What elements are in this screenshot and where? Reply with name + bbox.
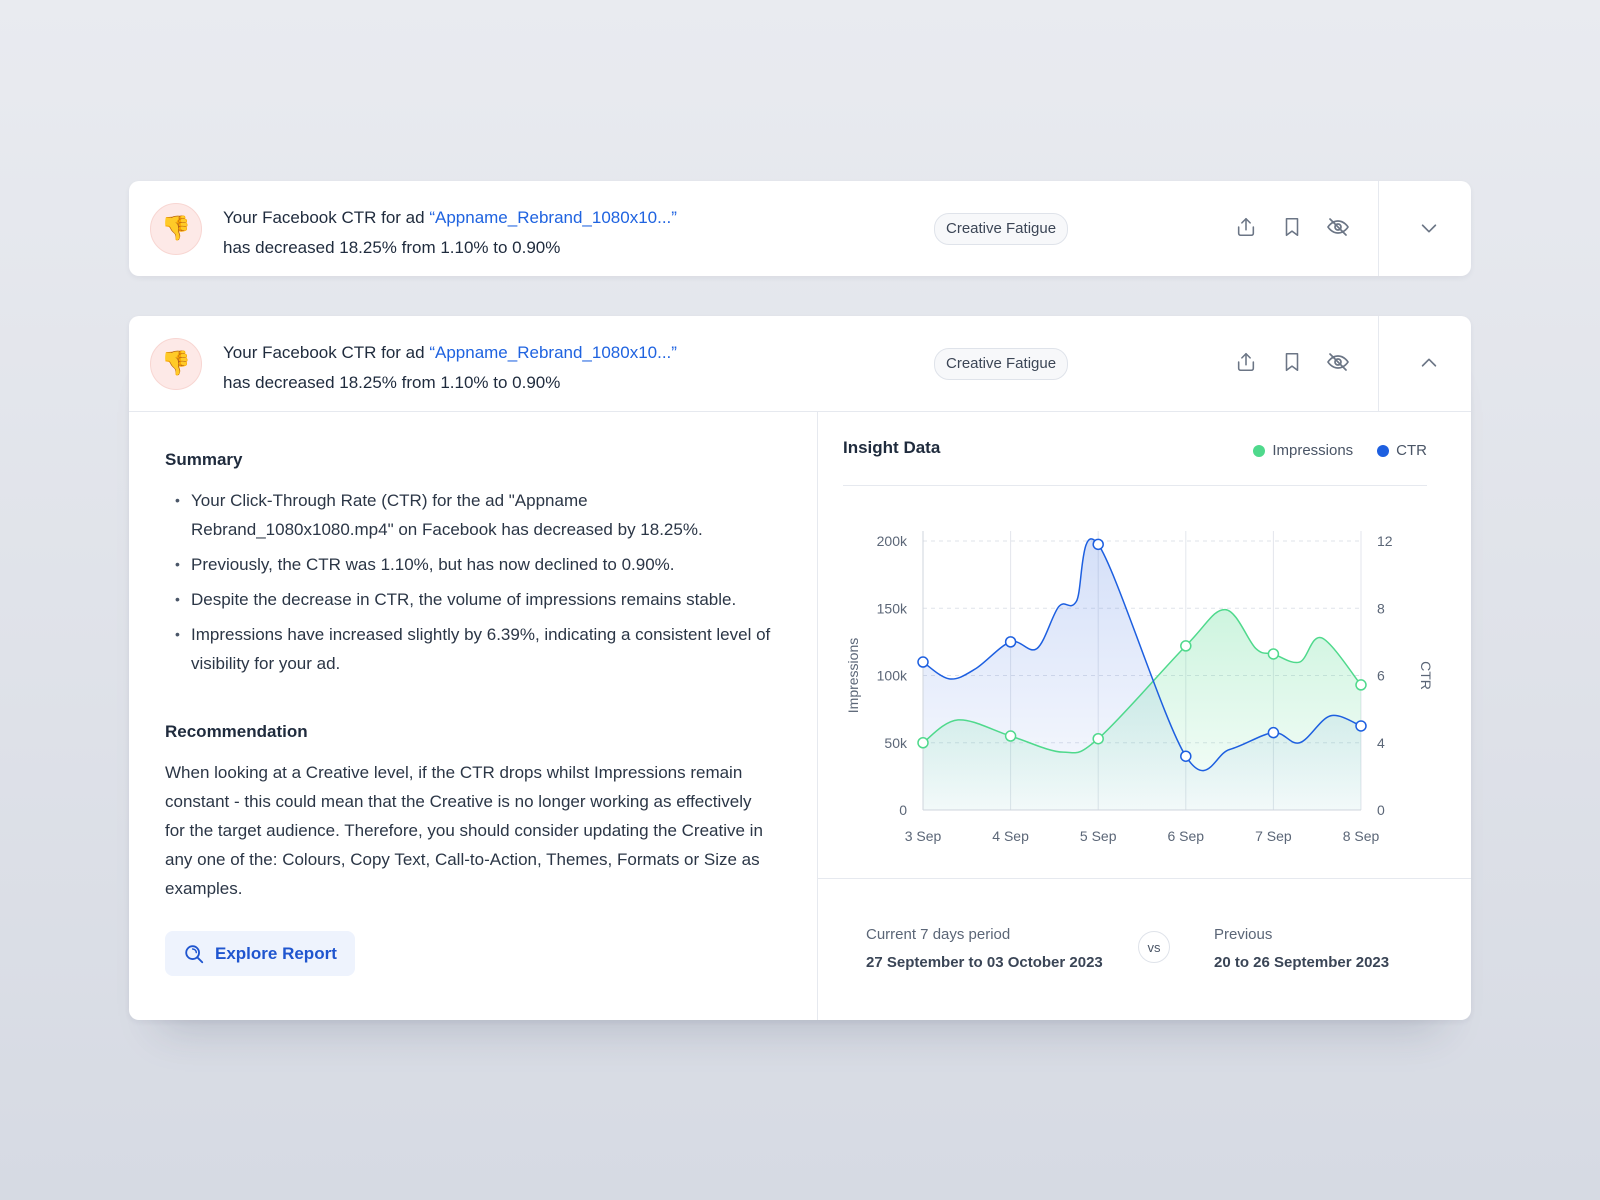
y-left-tick-label: 200k <box>877 533 908 549</box>
bookmark-icon[interactable] <box>1279 349 1305 375</box>
ctr-point <box>1092 538 1104 551</box>
insight-detail: has decreased 18.25% from 1.10% to 0.90% <box>223 238 561 257</box>
legend-impressions-label: Impressions <box>1272 442 1354 459</box>
legend-impressions: Impressions <box>1253 442 1353 459</box>
chevron-down-icon[interactable] <box>1412 211 1446 245</box>
insight-prefix: Your Facebook CTR for ad <box>223 343 425 362</box>
impressions-point <box>1092 732 1104 745</box>
ctr-point <box>1180 750 1192 762</box>
x-tick-label: 8 Sep <box>1343 828 1380 844</box>
legend-ctr-swatch <box>1377 444 1390 457</box>
summary-bullet: Your Click-Through Rate (CTR) for the ad… <box>175 486 775 544</box>
y-left-tick-label: 50k <box>884 735 908 751</box>
chart-legend: Impressions CTR <box>1253 442 1427 459</box>
insight-card-header[interactable]: 👎 Your Facebook CTR for ad “Appname_Rebr… <box>129 181 1471 276</box>
category-tag: Creative Fatigue <box>934 348 1069 380</box>
insight-data-title: Insight Data <box>843 438 941 457</box>
recommendation-title: Recommendation <box>165 722 308 741</box>
insight-message: Your Facebook CTR for ad “Appname_Rebran… <box>223 338 677 398</box>
summary-title: Summary <box>165 450 243 469</box>
y-right-tick-label: 0 <box>1377 802 1385 818</box>
y-left-axis-label: Impressions <box>845 638 861 713</box>
insight-card-header[interactable]: 👎 Your Facebook CTR for ad “Appname_Rebr… <box>129 316 1471 411</box>
y-right-axis-label: CTR <box>1418 661 1434 690</box>
impressions-point <box>1004 730 1017 742</box>
current-period: Current 7 days period 27 September to 03… <box>866 924 1103 974</box>
explore-report-label: Explore Report <box>215 943 337 963</box>
y-left-tick-label: 0 <box>899 802 907 818</box>
insight-detail: has decreased 18.25% from 1.10% to 0.90% <box>223 373 561 392</box>
summary-bullet: Previously, the CTR was 1.10%, but has n… <box>175 550 775 579</box>
insight-card-expanded: 👎 Your Facebook CTR for ad “Appname_Rebr… <box>129 316 1471 1020</box>
x-tick-label: 7 Sep <box>1255 828 1292 844</box>
legend-ctr: CTR <box>1377 442 1427 459</box>
vs-badge: vs <box>1138 931 1170 963</box>
summary-bullet: Despite the decrease in CTR, the volume … <box>175 585 775 614</box>
insight-card-collapsed: 👎 Your Facebook CTR for ad “Appname_Rebr… <box>129 181 1471 276</box>
header-divider <box>1378 316 1379 411</box>
insight-data-panel: Insight Data Impressions CTR 0 50k 100k 150… <box>818 412 1471 1020</box>
chevron-up-icon[interactable] <box>1412 346 1446 380</box>
previous-period: Previous 20 to 26 September 2023 <box>1214 924 1389 974</box>
ad-name-link[interactable]: “Appname_Rebrand_1080x10...” <box>429 208 677 227</box>
explore-report-button[interactable]: Explore Report <box>165 931 355 976</box>
current-period-label: Current 7 days period <box>866 926 1011 943</box>
legend-ctr-label: CTR <box>1396 442 1427 459</box>
y-right-tick-label: 8 <box>1377 600 1385 616</box>
y-left-tick-label: 100k <box>877 668 908 684</box>
header-divider <box>1378 181 1379 276</box>
insight-details: Summary Your Click-Through Rate (CTR) fo… <box>165 448 775 976</box>
insight-prefix: Your Facebook CTR for ad <box>223 208 425 227</box>
current-period-dates: 27 September to 03 October 2023 <box>866 954 1103 971</box>
x-tick-label: 5 Sep <box>1080 828 1117 844</box>
title-divider <box>843 485 1427 486</box>
x-tick-label: 6 Sep <box>1168 828 1205 844</box>
y-left-tick-label: 150k <box>877 600 908 616</box>
x-tick-label: 3 Sep <box>905 828 942 844</box>
ad-name-link[interactable]: “Appname_Rebrand_1080x10...” <box>429 343 677 362</box>
impressions-point <box>1267 648 1280 660</box>
y-right-tick-label: 6 <box>1377 668 1385 684</box>
recommendation-text: When looking at a Creative level, if the… <box>165 763 763 898</box>
y-right-tick-label: 4 <box>1377 735 1385 751</box>
category-tag: Creative Fatigue <box>934 213 1069 245</box>
x-tick-label: 4 Sep <box>992 828 1029 844</box>
previous-period-label: Previous <box>1214 926 1273 943</box>
search-icon <box>185 944 204 963</box>
hide-icon[interactable] <box>1325 214 1351 240</box>
share-icon[interactable] <box>1233 349 1259 375</box>
ctr-point <box>1004 636 1017 648</box>
thumbs-down-icon: 👎 <box>150 338 202 390</box>
ctr-point <box>917 656 929 668</box>
impressions-point <box>1355 679 1367 691</box>
impressions-point <box>1180 640 1192 652</box>
summary-list: Your Click-Through Rate (CTR) for the ad… <box>165 486 775 678</box>
impressions-point <box>917 737 929 749</box>
summary-bullet: Impressions have increased slightly by 6… <box>175 620 775 678</box>
period-divider <box>818 878 1471 879</box>
bookmark-icon[interactable] <box>1279 214 1305 240</box>
ctr-point <box>1267 726 1280 739</box>
thumbs-down-icon: 👎 <box>150 203 202 255</box>
hide-icon[interactable] <box>1325 349 1351 375</box>
insight-message: Your Facebook CTR for ad “Appname_Rebran… <box>223 203 677 263</box>
share-icon[interactable] <box>1233 214 1259 240</box>
y-right-tick-label: 12 <box>1377 533 1393 549</box>
insight-chart: 0 50k 100k 150k 200k 0 4 6 8 12 3 Sep 4 Sep 5 Sep 6 S… <box>845 531 1434 844</box>
previous-period-dates: 20 to 26 September 2023 <box>1214 954 1390 971</box>
ctr-point <box>1355 720 1367 732</box>
legend-impressions-swatch <box>1253 444 1266 457</box>
